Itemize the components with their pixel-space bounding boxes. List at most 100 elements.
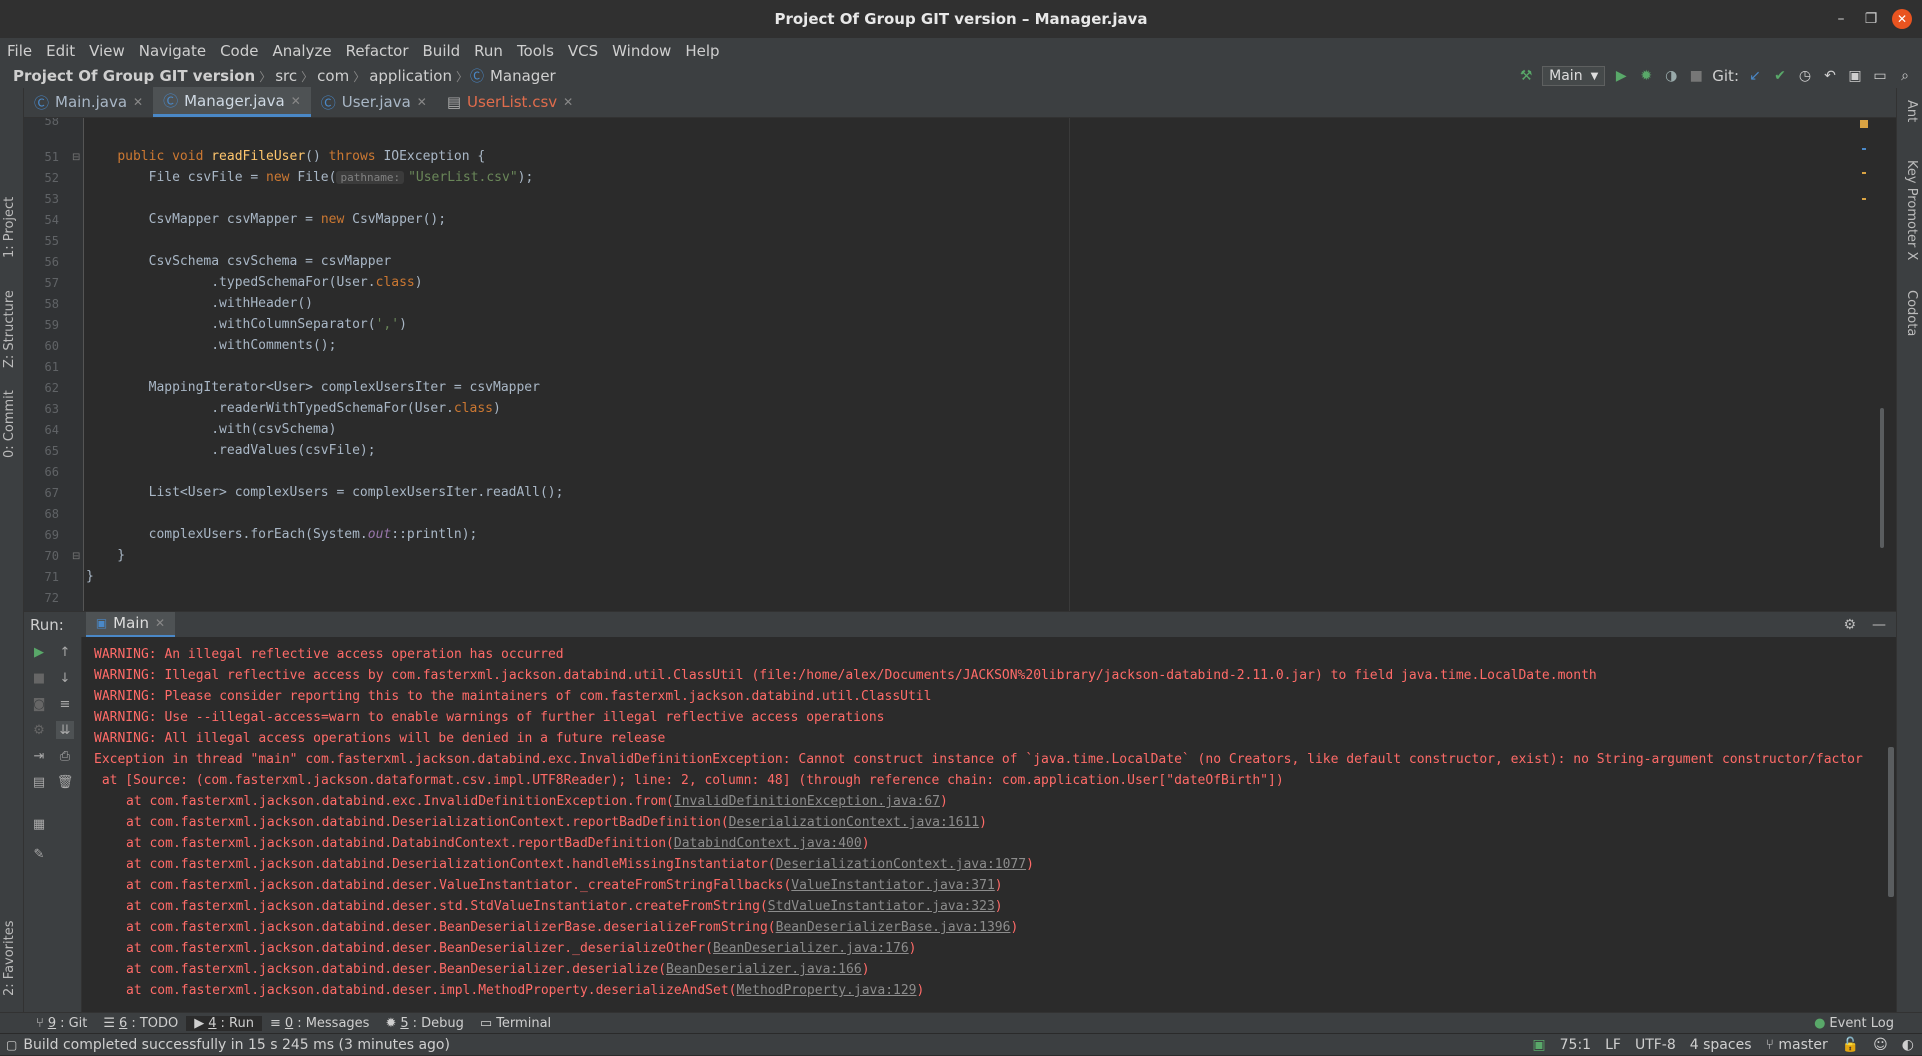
scroll-down-icon[interactable]: ↓ [56,669,74,687]
git-branch-widget[interactable]: ⑂ master [1766,1037,1828,1053]
tool-tab-todo[interactable]: ☰ 6: TODO [95,1016,186,1031]
menu-vcs[interactable]: VCS [561,42,605,60]
breadcrumb-manager[interactable]: Manager [486,67,560,85]
menu-build[interactable]: Build [416,42,468,60]
layout-icon[interactable]: ▭ [1871,67,1889,85]
menu-analyze[interactable]: Analyze [265,42,338,60]
breadcrumb-project[interactable]: Project Of Group GIT version [0,67,259,85]
menu-file[interactable]: File [0,42,39,60]
tool-favorites[interactable]: 2: Favorites [2,920,17,996]
fold-icon[interactable]: ⊟ [72,152,80,163]
scroll-to-end-icon[interactable]: ⇊ [56,721,74,739]
close-tab-icon[interactable]: ✕ [155,616,165,630]
layout-icon[interactable]: ▦ [30,815,48,833]
tool-tab-messages[interactable]: ≡ 0: Messages [262,1016,377,1031]
event-log-button[interactable]: ● Event Log [1806,1016,1902,1031]
editor-scrollbar[interactable] [1880,408,1884,548]
source-link[interactable]: BeanDeserializer.java:166 [666,962,862,977]
build-hammer-icon[interactable]: ⚒ [1517,67,1535,85]
status-toggle-icon[interactable]: ▢ [0,1038,23,1052]
settings-icon[interactable]: ⚙ [30,721,48,739]
source-link[interactable]: DatabindContext.java:400 [674,836,862,851]
rerun-icon[interactable]: ▶ [30,643,48,661]
tool-commit[interactable]: 0: Commit [2,390,17,458]
minimize-icon[interactable]: – [1826,11,1856,27]
inspector-icon[interactable]: ☺ [1873,1037,1888,1053]
tab-main-java[interactable]: Ⓒ Main.java ✕ [24,87,153,117]
source-link[interactable]: MethodProperty.java:129 [736,983,916,998]
source-link[interactable]: StdValueInstantiator.java:323 [768,899,995,914]
menu-code[interactable]: Code [213,42,265,60]
menu-window[interactable]: Window [605,42,678,60]
menu-edit[interactable]: Edit [39,42,82,60]
memory-icon[interactable]: ◐ [1902,1037,1914,1053]
tool-tab-debug[interactable]: ✹ 5: Debug [377,1016,471,1031]
run-icon[interactable]: ▶ [1612,67,1630,85]
exit-icon[interactable]: ⇥ [30,747,48,765]
git-history-icon[interactable]: ◷ [1796,67,1814,85]
pin-icon[interactable]: ✎ [30,845,48,863]
search-icon[interactable]: ⌕ [1896,67,1914,85]
tool-codota[interactable]: Codota [1904,290,1919,336]
git-update-icon[interactable]: ↙ [1746,67,1764,85]
line-separator[interactable]: LF [1605,1037,1621,1053]
tool-tab-terminal[interactable]: ▭ Terminal [472,1016,559,1031]
tool-project[interactable]: 1: Project [2,197,17,258]
soft-wrap-icon[interactable]: ≡ [56,695,74,713]
close-tab-icon[interactable]: ✕ [563,95,573,109]
source-link[interactable]: DeserializationContext.java:1077 [776,857,1026,872]
breadcrumb-src[interactable]: src [271,67,301,85]
menu-tools[interactable]: Tools [510,42,561,60]
stop-icon[interactable]: ■ [1687,67,1705,85]
print-icon[interactable]: ⎙ [56,747,74,765]
stop-icon[interactable]: ■ [30,669,48,687]
settings-gear-icon[interactable]: ⚙ [1843,617,1856,633]
menu-view[interactable]: View [82,42,132,60]
source-link[interactable]: DeserializationContext.java:1611 [729,815,979,830]
scroll-up-icon[interactable]: ↑ [56,643,74,661]
source-link[interactable]: InvalidDefinitionException.java:67 [674,794,940,809]
code-editor[interactable]: 58 51 52 53 54 55 56 57 58 59 60 61 62 6… [24,118,1896,611]
menu-run[interactable]: Run [467,42,510,60]
tool-structure[interactable]: Z: Structure [2,290,17,368]
run-configuration-select[interactable]: Main ▼ [1542,66,1606,86]
camera-icon[interactable]: ◙ [30,695,48,713]
maximize-icon[interactable]: ❐ [1856,11,1886,27]
git-commit-icon[interactable]: ✔ [1771,67,1789,85]
coverage-icon[interactable]: ◑ [1662,67,1680,85]
hide-panel-icon[interactable]: — [1872,617,1886,633]
tool-key-promoter[interactable]: Key Promoter X [1904,160,1919,260]
tool-tab-run[interactable]: ▶ 4: Run [186,1015,262,1031]
file-encoding[interactable]: UTF-8 [1635,1037,1676,1053]
tab-user-java[interactable]: Ⓒ User.java ✕ [311,87,437,117]
tool-tab-git[interactable]: ⑂ 9: Git [28,1016,95,1031]
source-link[interactable]: ValueInstantiator.java:371 [791,878,995,893]
menu-refactor[interactable]: Refactor [339,42,416,60]
source-link[interactable]: BeanDeserializerBase.java:1396 [776,920,1011,935]
close-tab-icon[interactable]: ✕ [291,94,301,108]
console-scrollbar[interactable] [1888,747,1894,897]
fold-icon[interactable]: ⊟ [72,551,80,562]
run-tab-main[interactable]: ▣ Main ✕ [85,611,176,638]
debug-bug-icon[interactable]: ✹ [1637,67,1655,85]
menu-navigate[interactable]: Navigate [132,42,213,60]
warning-marker[interactable] [1860,120,1868,128]
trash-icon[interactable]: 🗑 [56,773,74,791]
close-icon[interactable]: ✕ [1892,9,1912,29]
breadcrumb-com[interactable]: com [313,67,353,85]
caret-position[interactable]: 75:1 [1560,1037,1591,1053]
run-console-output[interactable]: WARNING: An illegal reflective access op… [82,637,1896,1012]
terminal-status-icon[interactable]: ▣ [1532,1037,1545,1053]
breadcrumb-application[interactable]: application [365,67,456,85]
project-structure-icon[interactable]: ▣ [1846,67,1864,85]
close-tab-icon[interactable]: ✕ [417,95,427,109]
source-link[interactable]: BeanDeserializer.java:176 [713,941,909,956]
git-rollback-icon[interactable]: ↶ [1821,67,1839,85]
tab-userlist-csv[interactable]: ▤ UserList.csv ✕ [437,87,583,117]
restore-layout-icon[interactable]: ▤ [30,773,48,791]
tab-manager-java[interactable]: Ⓒ Manager.java ✕ [153,87,311,117]
tool-ant[interactable]: Ant [1904,100,1919,122]
code-area[interactable]: public void readFileUser() throws IOExce… [86,118,1866,611]
close-tab-icon[interactable]: ✕ [133,95,143,109]
menu-help[interactable]: Help [678,42,726,60]
